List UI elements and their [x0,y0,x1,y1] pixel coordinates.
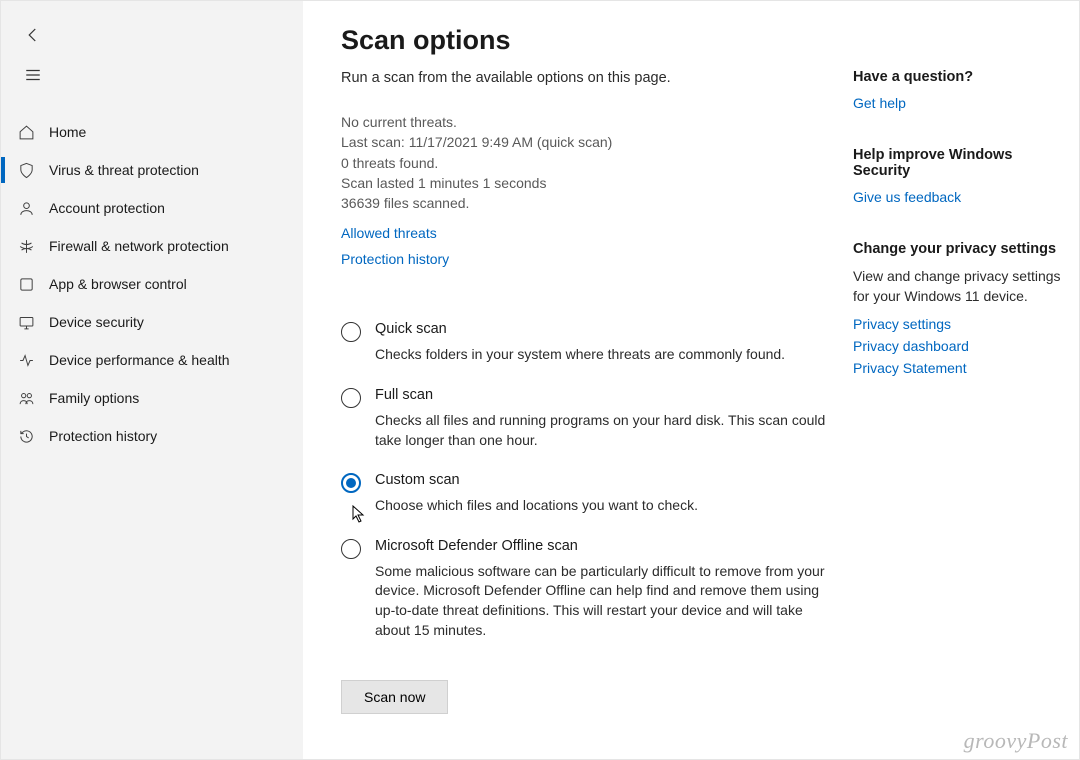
rail-text: View and change privacy settings for you… [853,267,1061,306]
menu-button[interactable] [13,55,53,95]
content-column: Scan options Run a scan from the availab… [341,25,829,739]
option-desc: Checks folders in your system where thre… [375,345,785,365]
sidebar-item-label: App & browser control [49,276,187,292]
rail-question-section: Have a question? Get help [853,69,1061,111]
option-title: Custom scan [375,472,698,488]
option-desc: Some malicious software can be particula… [375,562,829,640]
network-icon [15,238,37,255]
rail-improve-section: Help improve Windows Security Give us fe… [853,147,1061,205]
radio-icon[interactable] [341,473,361,493]
sidebar: Home Virus & threat protection Account p… [1,1,303,759]
sidebar-item-label: Family options [49,390,139,406]
sidebar-item-family[interactable]: Family options [1,379,303,417]
sidebar-item-device-security[interactable]: Device security [1,303,303,341]
rail-heading: Have a question? [853,69,1061,85]
sidebar-item-label: Device security [49,314,144,330]
option-desc: Checks all files and running programs on… [375,411,829,450]
sidebar-item-label: Virus & threat protection [49,162,199,178]
shield-icon [15,162,37,179]
sidebar-item-home[interactable]: Home [1,113,303,151]
sidebar-item-label: Account protection [49,200,165,216]
feedback-link[interactable]: Give us feedback [853,189,1061,205]
rail-heading: Help improve Windows Security [853,147,1061,179]
sidebar-item-label: Home [49,124,86,140]
option-defender-offline[interactable]: Microsoft Defender Offline scan Some mal… [341,538,829,640]
scan-options-group: Quick scan Checks folders in your system… [341,321,829,640]
page-subtitle: Run a scan from the available options on… [341,70,829,86]
option-full-scan[interactable]: Full scan Checks all files and running p… [341,387,829,450]
radio-icon[interactable] [341,539,361,559]
radio-icon[interactable] [341,388,361,408]
app-icon [15,276,37,293]
status-no-threats: No current threats. [341,112,829,132]
privacy-dashboard-link[interactable]: Privacy dashboard [853,338,1061,354]
sidebar-item-app-browser[interactable]: App & browser control [1,265,303,303]
account-icon [15,200,37,217]
hamburger-icon [24,66,42,84]
option-title: Quick scan [375,321,785,337]
home-icon [15,124,37,141]
privacy-statement-link[interactable]: Privacy Statement [853,360,1061,376]
main-content: Scan options Run a scan from the availab… [303,1,1079,759]
get-help-link[interactable]: Get help [853,95,1061,111]
threat-status: No current threats. Last scan: 11/17/202… [341,112,829,213]
rail-heading: Change your privacy settings [853,241,1061,257]
sidebar-item-firewall[interactable]: Firewall & network protection [1,227,303,265]
status-files-scanned: 36639 files scanned. [341,193,829,213]
back-button[interactable] [13,15,53,55]
option-custom-scan[interactable]: Custom scan Choose which files and locat… [341,472,829,516]
protection-history-link[interactable]: Protection history [341,251,449,267]
sidebar-item-protection-history[interactable]: Protection history [1,417,303,455]
status-duration: Scan lasted 1 minutes 1 seconds [341,173,829,193]
radio-icon[interactable] [341,322,361,342]
page-title: Scan options [341,25,829,56]
privacy-settings-link[interactable]: Privacy settings [853,316,1061,332]
family-icon [15,390,37,407]
rail-privacy-section: Change your privacy settings View and ch… [853,241,1061,376]
right-rail: Have a question? Get help Help improve W… [853,25,1061,739]
sidebar-item-account[interactable]: Account protection [1,189,303,227]
back-arrow-icon [24,26,42,44]
sidebar-top-icons [1,9,303,113]
device-icon [15,314,37,331]
status-last-scan: Last scan: 11/17/2021 9:49 AM (quick sca… [341,132,829,152]
option-desc: Choose which files and locations you wan… [375,496,698,516]
scan-now-button[interactable]: Scan now [341,680,448,714]
sidebar-item-virus-threat[interactable]: Virus & threat protection [1,151,303,189]
allowed-threats-link[interactable]: Allowed threats [341,225,437,241]
sidebar-item-performance[interactable]: Device performance & health [1,341,303,379]
sidebar-item-label: Firewall & network protection [49,238,229,254]
option-title: Microsoft Defender Offline scan [375,538,829,554]
status-threats-found: 0 threats found. [341,153,829,173]
option-title: Full scan [375,387,829,403]
option-quick-scan[interactable]: Quick scan Checks folders in your system… [341,321,829,365]
watermark: groovyPost [964,728,1068,754]
history-icon [15,428,37,445]
performance-icon [15,352,37,369]
sidebar-item-label: Protection history [49,428,157,444]
sidebar-item-label: Device performance & health [49,352,230,368]
